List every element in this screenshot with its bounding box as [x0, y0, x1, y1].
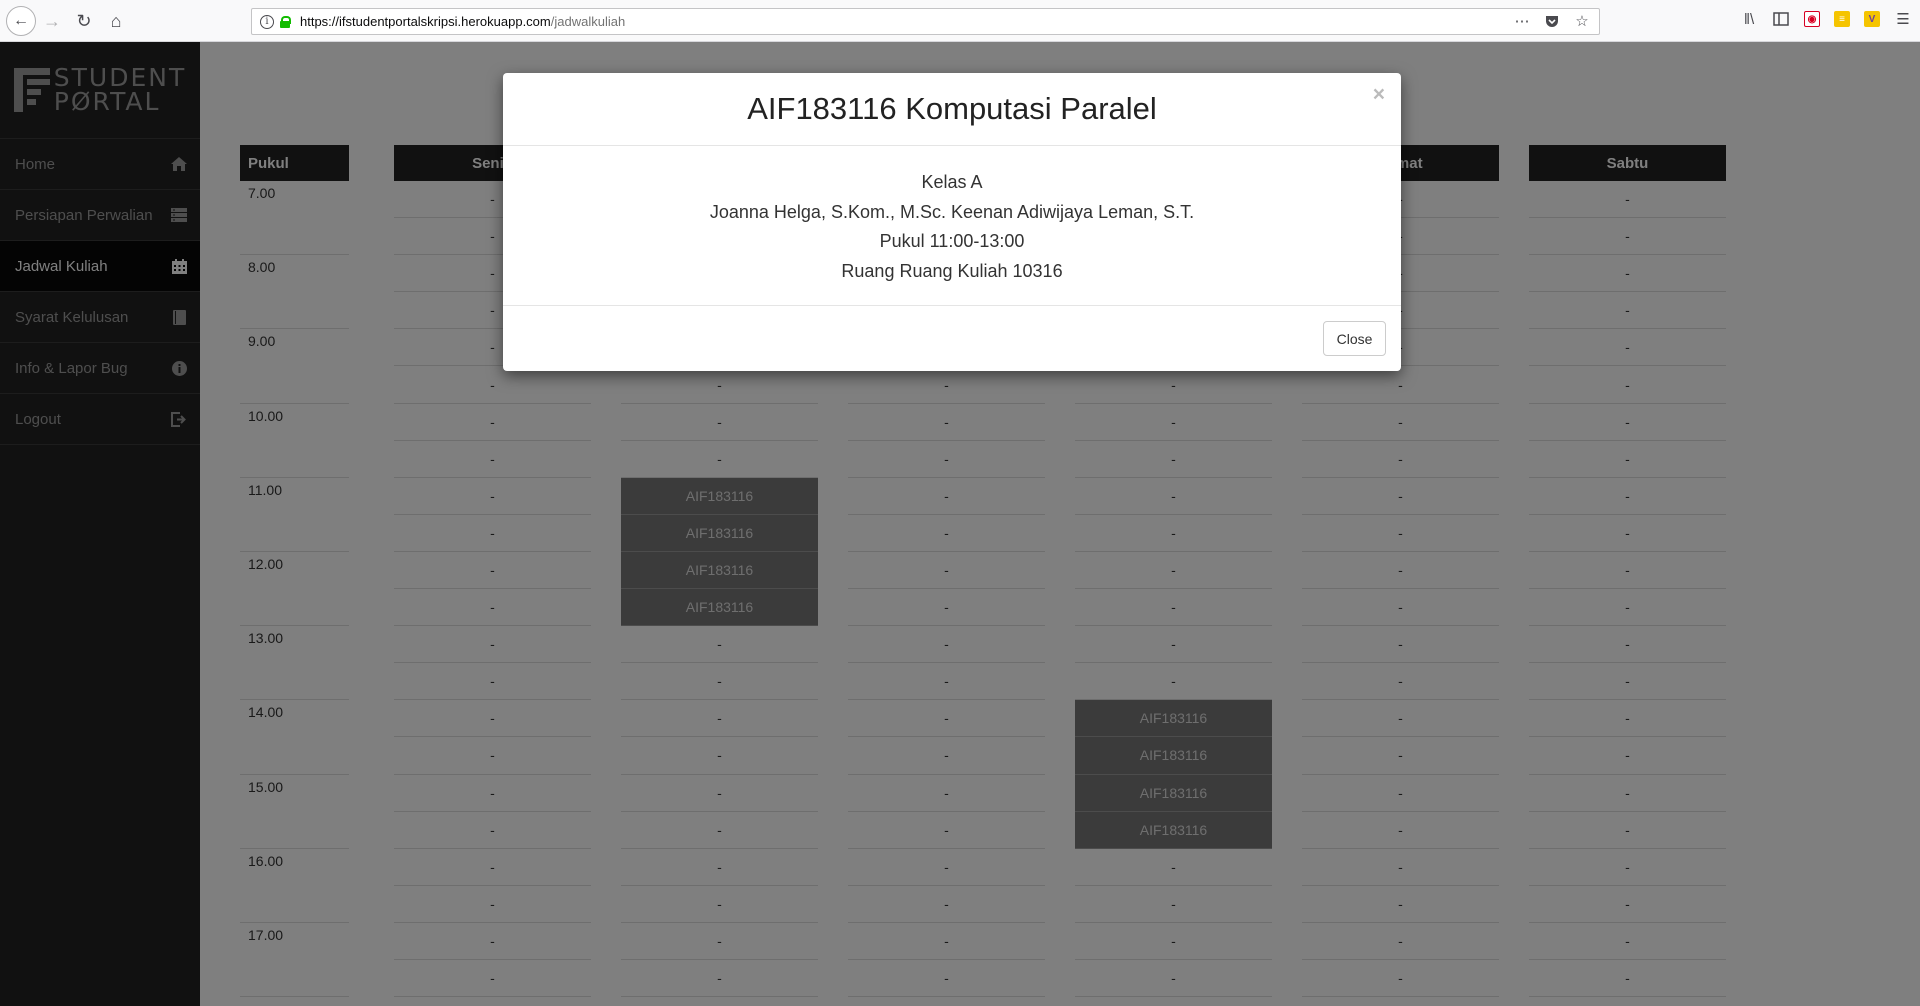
extension-yellow-icon[interactable]: ≡ — [1834, 11, 1850, 27]
secure-lock-icon — [280, 15, 291, 28]
bookmark-star-icon[interactable]: ☆ — [1573, 12, 1591, 30]
url-text[interactable]: https://ifstudentportalskripsi.herokuapp… — [300, 14, 625, 29]
pocket-icon[interactable] — [1543, 12, 1561, 30]
modal-body: Kelas A Joanna Helga, S.Kom., M.Sc. Keen… — [503, 146, 1401, 306]
close-icon[interactable]: × — [1373, 83, 1385, 107]
class-section-text: Kelas A — [921, 172, 983, 192]
menu-icon[interactable]: ☰ — [1894, 10, 1912, 28]
modal-header: AIF183116 Komputasi Paralel × — [503, 73, 1401, 146]
page-actions-icon[interactable]: ⋯ — [1513, 12, 1531, 30]
forward-button[interactable]: → — [38, 7, 66, 35]
room-text: Ruang Ruang Kuliah 10316 — [841, 261, 1063, 282]
library-icon[interactable]: ‖\ — [1740, 10, 1758, 28]
url-path: /jadwalkuliah — [550, 14, 626, 29]
reload-button[interactable]: ↻ — [70, 7, 98, 35]
url-host: https://ifstudentportalskripsi.herokuapp… — [300, 14, 551, 29]
time-text: Pukul 11:00-13:00 — [879, 231, 1025, 252]
extension-v-icon[interactable]: V — [1864, 11, 1880, 27]
course-detail-modal: AIF183116 Komputasi Paralel × Kelas A Jo… — [503, 73, 1401, 371]
modal-title: AIF183116 Komputasi Paralel — [747, 91, 1157, 126]
site-info-icon[interactable]: i — [260, 14, 274, 29]
address-bar[interactable]: i https://ifstudentportalskripsi.herokua… — [251, 8, 1600, 35]
close-button[interactable]: Close — [1323, 321, 1386, 356]
home-button[interactable]: ⌂ — [102, 7, 130, 35]
modal-footer: Close — [503, 306, 1401, 370]
back-button[interactable]: ← — [6, 6, 36, 36]
browser-toolbar: ← → ↻ ⌂ i https://ifstudentportalskripsi… — [0, 0, 1920, 42]
sidebar-toggle-icon[interactable] — [1772, 10, 1790, 28]
pocket-extension-icon[interactable]: ◉ — [1804, 11, 1820, 27]
lecturer-text: Joanna Helga, S.Kom., M.Sc. Keenan Adiwi… — [709, 201, 1195, 222]
